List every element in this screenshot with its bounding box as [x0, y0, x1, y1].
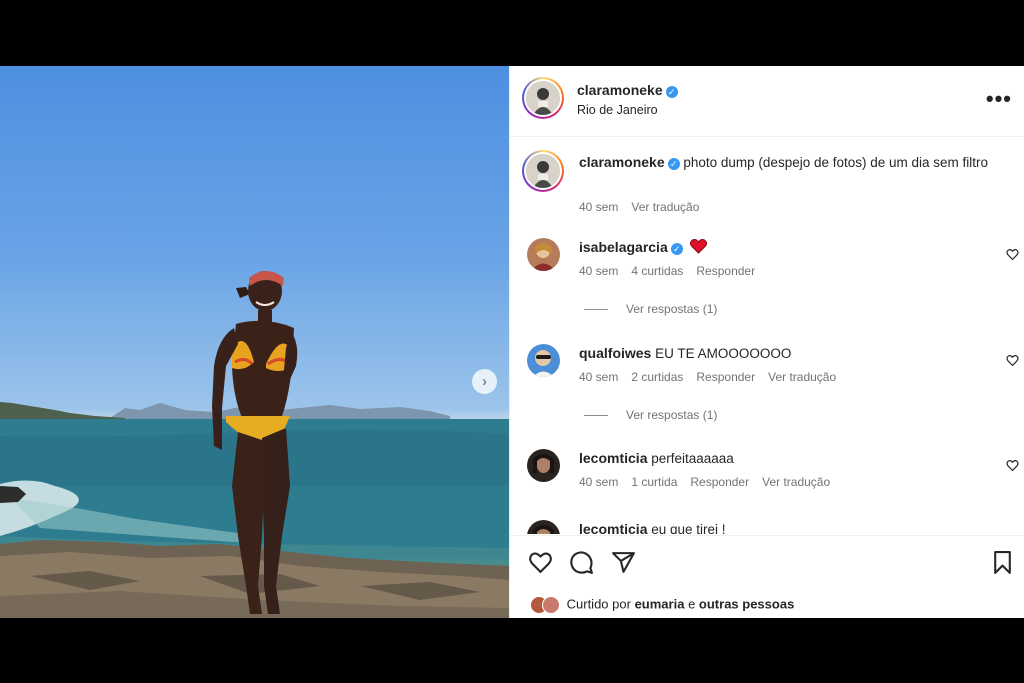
- reply-link[interactable]: Responder: [696, 370, 755, 384]
- caption-username[interactable]: claramoneke: [579, 154, 665, 170]
- liker-avatar[interactable]: [542, 596, 560, 614]
- liked-by-summary: Curtido por eumaria e outras pessoas: [530, 596, 794, 614]
- more-horizontal-icon[interactable]: •••: [986, 86, 1012, 112]
- comments-list[interactable]: claramoneke ✓ photo dump (despejo de foto…: [510, 138, 1024, 534]
- caption-time[interactable]: 40 sem: [579, 200, 618, 214]
- send-icon[interactable]: [611, 550, 636, 575]
- view-replies-link[interactable]: Ver respostas (1): [584, 408, 717, 422]
- comment-text-block: lecomticia eu que tirei !: [579, 520, 979, 534]
- view-replies-text: Ver respostas (1): [626, 408, 718, 422]
- heart-icon[interactable]: [528, 550, 553, 575]
- comment-meta: 40 sem 1 curtida Responder Ver tradução: [579, 475, 843, 489]
- beach-photo: [0, 271, 509, 618]
- replies-divider: [584, 309, 608, 311]
- comment-text-block: lecomticia perfeitaaaaaa: [579, 449, 979, 468]
- post-location[interactable]: Rio de Janeiro: [577, 103, 658, 117]
- reply-link[interactable]: Responder: [696, 264, 755, 278]
- comment-translate-link[interactable]: Ver tradução: [768, 370, 836, 384]
- comment-time[interactable]: 40 sem: [579, 264, 618, 278]
- comment-translate-link[interactable]: Ver tradução: [762, 475, 830, 489]
- comment-text-block: qualfoiwes EU TE AMOOOOOOO: [579, 344, 979, 363]
- commenter-avatar[interactable]: [527, 449, 560, 482]
- commenter-username[interactable]: lecomticia: [579, 450, 647, 466]
- commenter-username[interactable]: lecomticia: [579, 521, 647, 534]
- comment-like-heart-icon[interactable]: [1006, 354, 1019, 367]
- liked-by-user[interactable]: eumaria: [635, 596, 685, 611]
- commenter-username[interactable]: qualfoiwes: [579, 345, 651, 361]
- comment-text-block: isabelagarcia ✓: [579, 238, 979, 257]
- post-photo: ›: [0, 66, 509, 618]
- reply-link[interactable]: Responder: [690, 475, 749, 489]
- author-username[interactable]: claramoneke: [577, 82, 663, 98]
- post-details-panel: claramoneke ✓ Rio de Janeiro ••• claramo…: [509, 66, 1024, 618]
- caption-text: photo dump (despejo de fotos) de um dia …: [683, 155, 989, 170]
- comment-like-heart-icon[interactable]: [1006, 248, 1019, 261]
- view-replies-text: Ver respostas (1): [626, 302, 718, 316]
- commenter-avatar[interactable]: [527, 344, 560, 377]
- commenter-username[interactable]: isabelagarcia: [579, 239, 668, 255]
- comment-time[interactable]: 40 sem: [579, 370, 618, 384]
- author-avatar[interactable]: [522, 77, 564, 119]
- bookmark-icon[interactable]: [990, 550, 1015, 575]
- comment-time[interactable]: 40 sem: [579, 475, 618, 489]
- red-heart-emoji-icon: [689, 239, 707, 254]
- comment-meta: 40 sem 4 curtidas Responder: [579, 264, 768, 278]
- post-actions-bar: Curtido por eumaria e outras pessoas: [510, 535, 1024, 618]
- caption-text-block: claramoneke ✓ photo dump (despejo de foto…: [579, 153, 999, 172]
- verified-badge-icon: ✓: [667, 158, 680, 170]
- verified-badge-icon: ✓: [670, 243, 683, 255]
- liked-by-avatars: [530, 596, 560, 614]
- liked-by-prefix: Curtido por: [566, 596, 631, 612]
- next-photo-button[interactable]: ›: [472, 369, 497, 394]
- comment-text: perfeitaaaaaa: [651, 451, 734, 466]
- replies-divider: [584, 415, 608, 417]
- comment-likes-count[interactable]: 1 curtida: [631, 475, 677, 489]
- view-replies-link[interactable]: Ver respostas (1): [584, 302, 717, 316]
- verified-badge-icon: ✓: [665, 86, 678, 98]
- comment-icon[interactable]: [569, 550, 594, 575]
- liked-by-others[interactable]: outras pessoas: [699, 596, 794, 611]
- comment-text: eu que tirei !: [651, 522, 726, 534]
- caption-avatar[interactable]: [522, 150, 564, 192]
- post-dialog: › claramoneke ✓ Rio de Janeiro ••• clara…: [0, 66, 1024, 618]
- post-header: claramoneke ✓ Rio de Janeiro •••: [510, 66, 1024, 137]
- liked-by-connector: e: [688, 596, 696, 612]
- comment-like-heart-icon[interactable]: [1006, 459, 1019, 472]
- comment-likes-count[interactable]: 4 curtidas: [631, 264, 683, 278]
- comment-meta: 40 sem 2 curtidas Responder Ver tradução: [579, 370, 849, 384]
- author-name-row: claramoneke ✓: [577, 82, 678, 100]
- comment-likes-count[interactable]: 2 curtidas: [631, 370, 683, 384]
- commenter-avatar[interactable]: [527, 520, 560, 534]
- commenter-avatar[interactable]: [527, 238, 560, 271]
- comment-text: EU TE AMOOOOOOO: [655, 346, 792, 361]
- caption-translate-link[interactable]: Ver tradução: [631, 200, 699, 214]
- caption-meta: 40 sem Ver tradução: [579, 200, 712, 214]
